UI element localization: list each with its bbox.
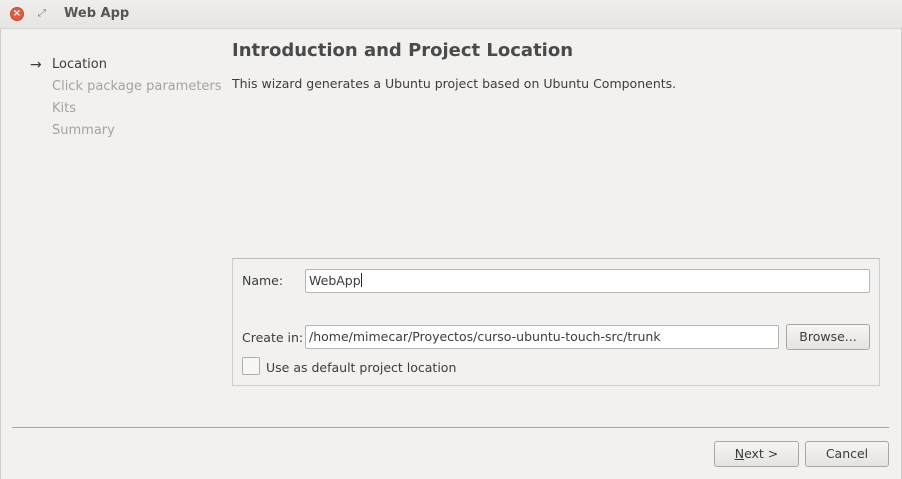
- create-in-label: Create in:: [242, 330, 304, 345]
- current-step-arrow-icon: →: [30, 57, 42, 73]
- button-separator: [12, 427, 889, 428]
- title-bar: × ⤢ Web App: [0, 0, 902, 29]
- cancel-button[interactable]: Cancel: [805, 441, 889, 467]
- window-title: Web App: [64, 6, 130, 21]
- restore-icon[interactable]: ⤢: [35, 7, 49, 21]
- step-label: Location: [52, 57, 107, 72]
- close-icon[interactable]: ×: [10, 7, 24, 21]
- next-mnemonic: N: [734, 446, 745, 461]
- default-location-label[interactable]: Use as default project location: [266, 360, 456, 375]
- name-input-value: WebApp: [309, 273, 361, 288]
- browse-button[interactable]: Browse...: [786, 324, 870, 350]
- step-location: → Location: [30, 56, 222, 78]
- next-button[interactable]: Next >: [714, 441, 799, 467]
- name-label: Name:: [242, 273, 284, 288]
- step-label: Click package parameters: [52, 79, 222, 94]
- default-location-checkbox[interactable]: [242, 357, 260, 375]
- text-caret: [360, 273, 362, 287]
- window-border-left: [0, 28, 1, 479]
- step-click-package-parameters: Click package parameters: [30, 78, 222, 100]
- name-input[interactable]: WebApp: [305, 269, 870, 293]
- create-in-path-input[interactable]: /home/mimecar/Proyectos/curso-ubuntu-tou…: [305, 325, 779, 349]
- step-label: Summary: [52, 123, 115, 138]
- page-description: This wizard generates a Ubuntu project b…: [232, 76, 677, 91]
- step-kits: Kits: [30, 100, 222, 122]
- step-summary: Summary: [30, 122, 222, 144]
- page-title: Introduction and Project Location: [232, 40, 574, 61]
- wizard-steps: → Location Click package parameters Kits…: [30, 56, 222, 144]
- step-label: Kits: [52, 101, 77, 116]
- next-label: ext >: [744, 446, 779, 461]
